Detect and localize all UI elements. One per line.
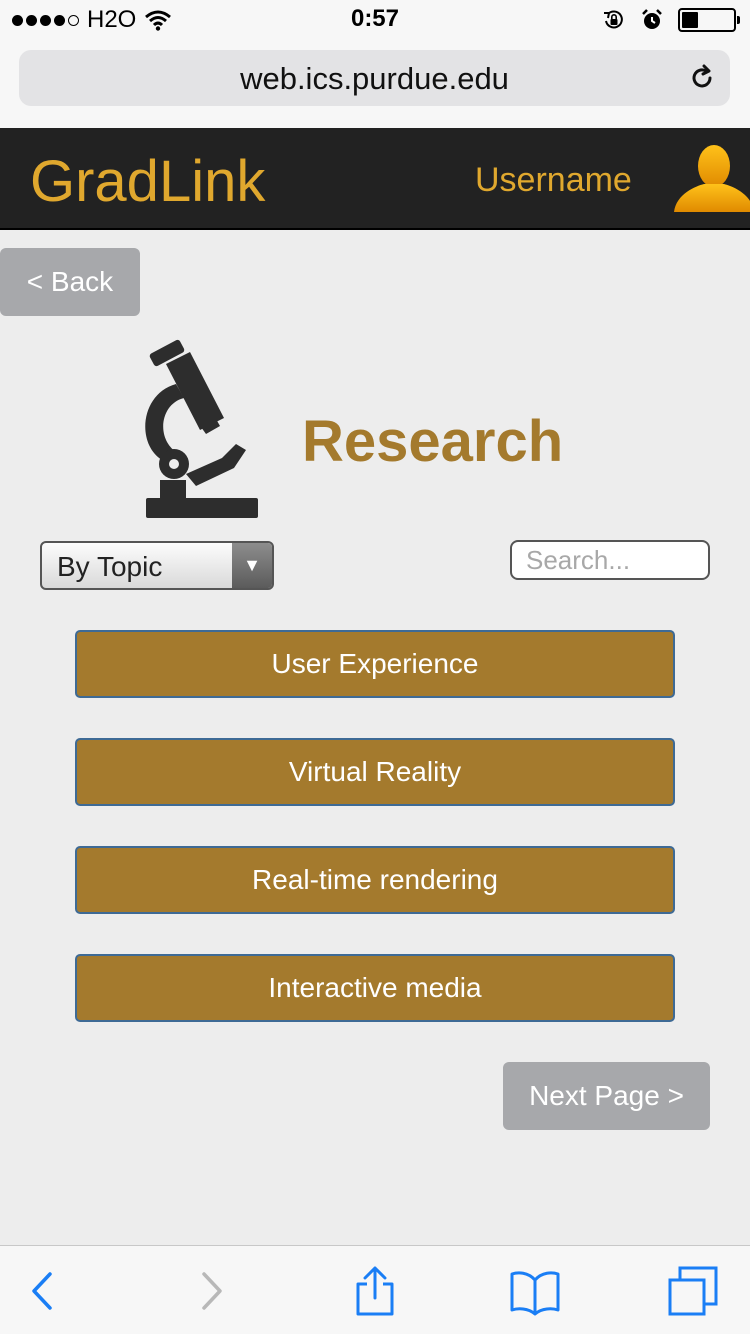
username-link[interactable]: Username bbox=[475, 161, 632, 200]
microscope-icon bbox=[145, 339, 258, 518]
back-button[interactable]: < Back bbox=[0, 248, 140, 316]
bookmarks-icon[interactable] bbox=[510, 1266, 560, 1316]
browser-toolbar bbox=[0, 1245, 750, 1334]
status-right bbox=[602, 8, 740, 32]
page-title: Research bbox=[302, 409, 564, 474]
filter-select[interactable]: By Topic ▼ bbox=[40, 541, 274, 590]
filter-select-value: By Topic bbox=[57, 551, 163, 582]
url-text: web.ics.purdue.edu bbox=[240, 61, 509, 96]
url-bar[interactable]: web.ics.purdue.edu bbox=[19, 50, 730, 106]
search-input[interactable] bbox=[510, 540, 710, 580]
topic-button-real-time-rendering[interactable]: Real-time rendering bbox=[75, 846, 675, 914]
ios-status-bar: H2O 0:57 bbox=[0, 0, 750, 40]
topic-button-user-experience[interactable]: User Experience bbox=[75, 630, 675, 698]
user-avatar-icon[interactable] bbox=[668, 136, 750, 218]
browser-address-area: web.ics.purdue.edu bbox=[0, 40, 750, 128]
reload-icon[interactable] bbox=[688, 64, 716, 92]
alarm-icon bbox=[642, 9, 662, 29]
forward-arrow-icon[interactable] bbox=[186, 1266, 236, 1316]
orientation-lock-icon bbox=[604, 10, 623, 29]
app-header: GradLink Username bbox=[0, 128, 750, 230]
topic-button-interactive-media[interactable]: Interactive media bbox=[75, 954, 675, 1022]
tabs-icon[interactable] bbox=[668, 1266, 718, 1316]
back-arrow-icon[interactable] bbox=[18, 1266, 68, 1316]
chevron-down-icon: ▼ bbox=[232, 543, 272, 588]
share-icon[interactable] bbox=[350, 1266, 400, 1316]
battery-icon bbox=[678, 8, 740, 32]
topic-button-virtual-reality[interactable]: Virtual Reality bbox=[75, 738, 675, 806]
next-page-button[interactable]: Next Page > bbox=[503, 1062, 710, 1130]
app-logo-text[interactable]: GradLink bbox=[30, 148, 265, 215]
